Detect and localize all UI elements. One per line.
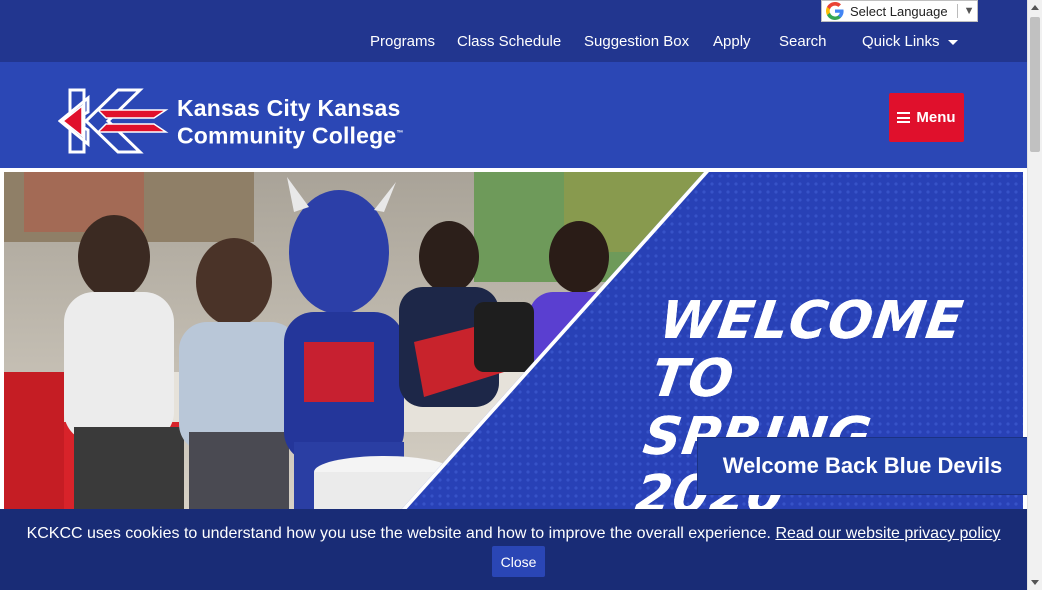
utility-bar: Select Language ▼ Programs Class Schedul…	[0, 0, 1027, 62]
nav-link-programs[interactable]: Programs	[370, 33, 435, 50]
page: Select Language ▼ Programs Class Schedul…	[0, 0, 1027, 590]
menu-button-label: Menu	[916, 109, 956, 126]
hero-caption: Welcome Back Blue Devils	[698, 438, 1027, 494]
kckcc-logo-icon[interactable]	[58, 88, 170, 154]
cookie-message: KCKCC uses cookies to understand how you…	[0, 525, 1027, 543]
menu-button[interactable]: Menu	[889, 93, 964, 142]
language-divider	[956, 4, 958, 18]
hamburger-icon	[897, 112, 911, 123]
nav-link-apply[interactable]: Apply	[713, 33, 751, 50]
vertical-scrollbar[interactable]	[1027, 0, 1042, 590]
college-name[interactable]: Kansas City Kansas Community College™	[177, 96, 404, 149]
cookie-text: KCKCC uses cookies to understand how you…	[26, 525, 771, 542]
nav-link-class-schedule[interactable]: Class Schedule	[457, 33, 561, 50]
language-label: Select Language	[850, 3, 948, 19]
college-name-line-2: Community College™	[177, 121, 404, 149]
nav-link-search[interactable]: Search	[779, 33, 827, 50]
nav-quick-links-dropdown[interactable]: Quick Links	[862, 33, 958, 50]
college-name-line-1: Kansas City Kansas	[177, 95, 401, 121]
privacy-policy-link[interactable]: Read our website privacy policy	[775, 525, 1000, 542]
college-name-line-2-text: Community College	[177, 122, 397, 149]
google-icon	[826, 2, 844, 20]
language-selector[interactable]: Select Language ▼	[821, 0, 978, 22]
scrollbar-thumb[interactable]	[1030, 17, 1040, 152]
cookie-close-button[interactable]: Close	[492, 546, 545, 577]
dropdown-arrow-icon: ▼	[963, 5, 975, 17]
caret-down-icon	[947, 39, 958, 45]
nav-link-suggestion-box[interactable]: Suggestion Box	[584, 33, 689, 50]
quick-links-label: Quick Links	[862, 33, 940, 50]
cookie-banner: KCKCC uses cookies to understand how you…	[0, 509, 1027, 590]
scroll-down-arrow-icon[interactable]	[1031, 580, 1039, 585]
scroll-up-arrow-icon[interactable]	[1031, 5, 1039, 10]
hero-headline-line-1: WELCOME TO	[647, 291, 968, 409]
trademark-mark: ™	[396, 130, 404, 137]
